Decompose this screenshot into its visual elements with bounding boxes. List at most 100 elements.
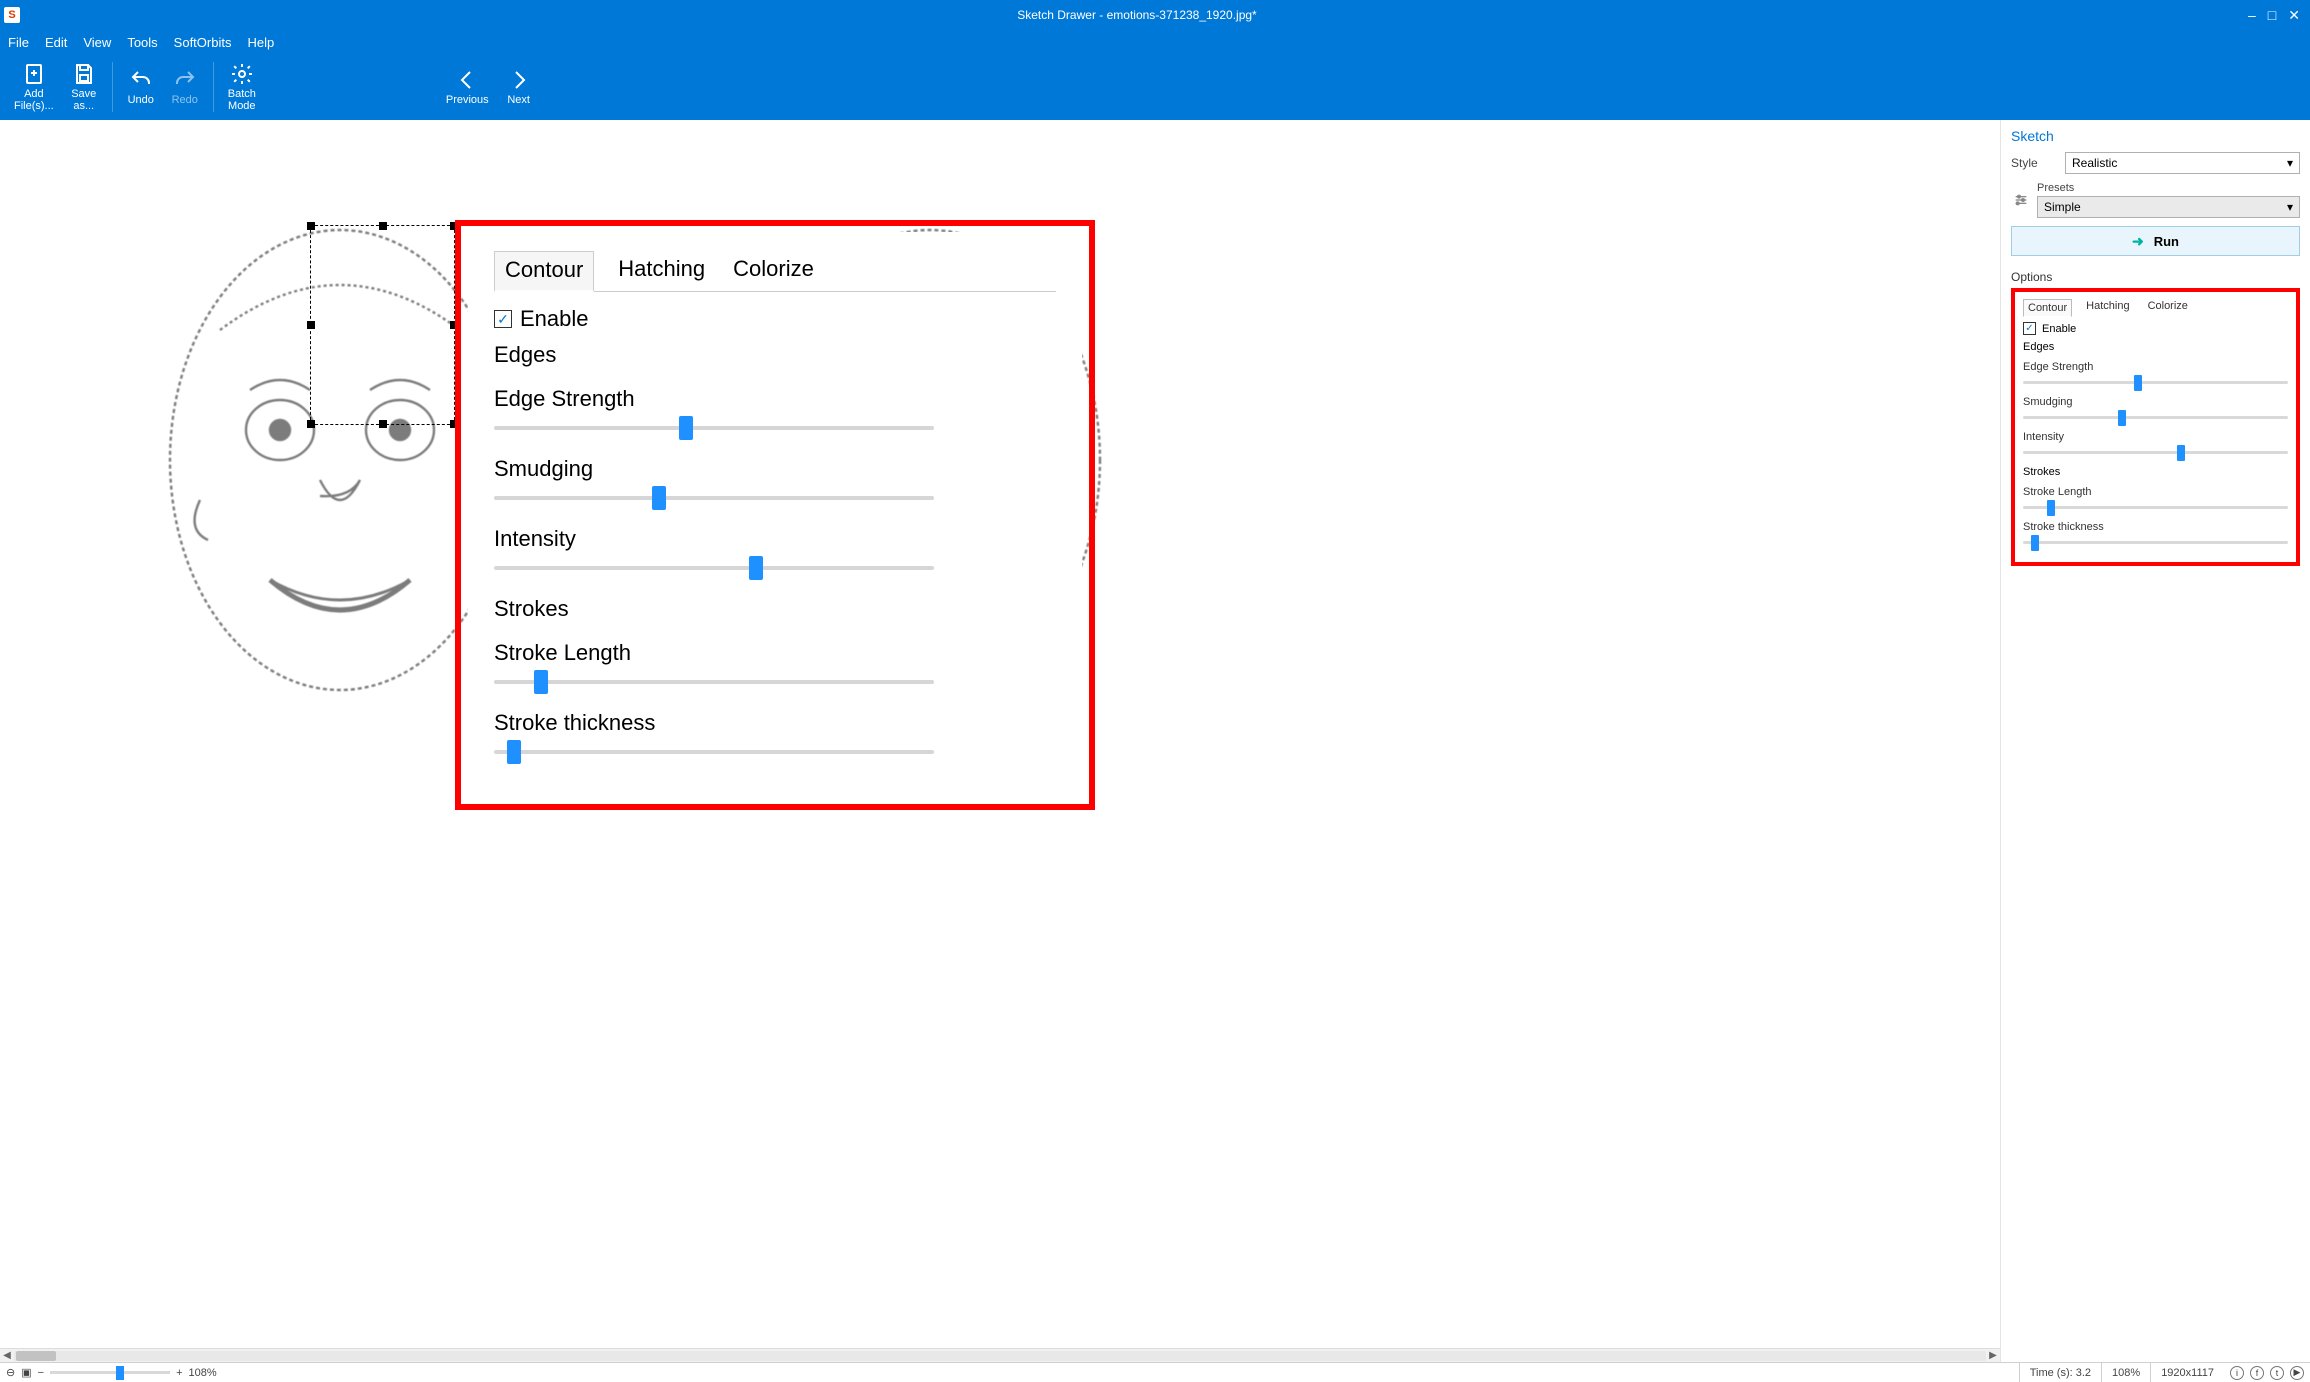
side-enable-checkbox[interactable]: ✓ bbox=[2023, 322, 2036, 335]
slider-stroke-thickness[interactable] bbox=[494, 750, 934, 754]
arrow-right-icon bbox=[507, 68, 531, 92]
info-icon[interactable]: i bbox=[2230, 1366, 2244, 1380]
facebook-icon[interactable]: f bbox=[2250, 1366, 2264, 1380]
zoom-minus-button[interactable]: − bbox=[38, 1367, 44, 1379]
add-files-button[interactable]: Add File(s)... bbox=[8, 58, 60, 116]
twitter-icon[interactable]: t bbox=[2270, 1366, 2284, 1380]
redo-icon bbox=[173, 68, 197, 92]
minimize-button[interactable]: – bbox=[2248, 7, 2256, 24]
gear-icon bbox=[230, 62, 254, 86]
strokes-section-label: Strokes bbox=[494, 596, 1056, 622]
scroll-right-icon[interactable]: ▶ bbox=[1986, 1350, 2000, 1361]
app-icon: S bbox=[4, 7, 20, 23]
zoom-out-button[interactable]: ⊖ bbox=[6, 1366, 15, 1379]
title-bar: S Sketch Drawer - emotions-371238_1920.j… bbox=[0, 0, 2310, 30]
status-zoom: 108% bbox=[2101, 1363, 2150, 1382]
undo-button[interactable]: Undo bbox=[121, 64, 161, 110]
batch-mode-button[interactable]: Batch Mode bbox=[222, 58, 262, 116]
slider-label-stroke-length: Stroke Length bbox=[494, 640, 1056, 666]
zoom-options-panel: Contour Hatching Colorize ✓ Enable Edges… bbox=[468, 232, 1082, 778]
file-plus-icon bbox=[22, 62, 46, 86]
side-tab-contour[interactable]: Contour bbox=[2023, 299, 2072, 317]
redo-button[interactable]: Redo bbox=[165, 64, 205, 110]
options-label: Options bbox=[2011, 270, 2300, 284]
youtube-icon[interactable]: ▶ bbox=[2290, 1366, 2304, 1380]
ribbon: Add File(s)... Save as... Undo Redo Batc… bbox=[0, 54, 2310, 120]
previous-button[interactable]: Previous bbox=[440, 64, 495, 110]
status-time: Time (s): 3.2 bbox=[2019, 1363, 2101, 1382]
menu-file[interactable]: File bbox=[8, 35, 29, 50]
next-button[interactable]: Next bbox=[499, 64, 539, 110]
run-button[interactable]: ➜ Run bbox=[2011, 226, 2300, 256]
scroll-thumb[interactable] bbox=[16, 1351, 56, 1361]
window-title: Sketch Drawer - emotions-371238_1920.jpg… bbox=[26, 8, 2248, 22]
slider-smudging[interactable] bbox=[494, 496, 934, 500]
presets-label: Presets bbox=[2037, 182, 2300, 194]
save-icon bbox=[72, 62, 96, 86]
menu-edit[interactable]: Edit bbox=[45, 35, 67, 50]
slider-intensity[interactable] bbox=[494, 566, 934, 570]
zoom-percent: 108% bbox=[189, 1367, 217, 1379]
menu-help[interactable]: Help bbox=[247, 35, 274, 50]
presets-select[interactable]: Simple ▾ bbox=[2037, 196, 2300, 218]
side-slider-label-smudging: Smudging bbox=[2023, 396, 2288, 408]
side-slider-stroke-thickness[interactable] bbox=[2023, 541, 2288, 544]
side-slider-stroke-length[interactable] bbox=[2023, 506, 2288, 509]
menu-softorbits[interactable]: SoftOrbits bbox=[174, 35, 232, 50]
side-slider-label-edge-strength: Edge Strength bbox=[2023, 361, 2288, 373]
undo-icon bbox=[129, 68, 153, 92]
ribbon-separator bbox=[213, 62, 214, 112]
side-slider-edge-strength[interactable] bbox=[2023, 381, 2288, 384]
zoom-slider[interactable] bbox=[50, 1371, 170, 1374]
zoom-plus-button[interactable]: + bbox=[176, 1367, 182, 1379]
arrow-right-icon: ➜ bbox=[2132, 233, 2144, 250]
side-strokes-label: Strokes bbox=[2023, 466, 2288, 478]
save-as-button[interactable]: Save as... bbox=[64, 58, 104, 116]
side-tab-colorize[interactable]: Colorize bbox=[2144, 298, 2192, 316]
chevron-down-icon: ▾ bbox=[2287, 200, 2293, 214]
scroll-track[interactable] bbox=[14, 1351, 1986, 1361]
zoom-tabs: Contour Hatching Colorize bbox=[494, 250, 1056, 292]
arrow-left-icon bbox=[455, 68, 479, 92]
horizontal-scrollbar[interactable]: ◀ ▶ bbox=[0, 1348, 2000, 1362]
enable-label: Enable bbox=[520, 306, 589, 332]
close-button[interactable]: ✕ bbox=[2288, 7, 2300, 24]
slider-label-smudging: Smudging bbox=[494, 456, 1056, 482]
style-label: Style bbox=[2011, 156, 2059, 170]
side-slider-intensity[interactable] bbox=[2023, 451, 2288, 454]
side-slider-label-intensity: Intensity bbox=[2023, 431, 2288, 443]
style-select[interactable]: Realistic ▾ bbox=[2065, 152, 2300, 174]
slider-label-edge-strength: Edge Strength bbox=[494, 386, 1056, 412]
sketch-title: Sketch bbox=[2011, 128, 2300, 144]
side-tab-hatching[interactable]: Hatching bbox=[2082, 298, 2133, 316]
tab-contour[interactable]: Contour bbox=[494, 251, 594, 292]
slider-stroke-length[interactable] bbox=[494, 680, 934, 684]
scroll-left-icon[interactable]: ◀ bbox=[0, 1350, 14, 1361]
menu-tools[interactable]: Tools bbox=[127, 35, 157, 50]
canvas[interactable]: Contour Hatching Colorize ✓ Enable Edges… bbox=[0, 120, 2000, 1362]
highlight-frame-side: Contour Hatching Colorize ✓ Enable Edges… bbox=[2011, 288, 2300, 566]
chevron-down-icon: ▾ bbox=[2287, 156, 2293, 170]
slider-label-stroke-thickness: Stroke thickness bbox=[494, 710, 1056, 736]
status-dimensions: 1920x1117 bbox=[2150, 1363, 2224, 1382]
side-slider-label-stroke-length: Stroke Length bbox=[2023, 486, 2288, 498]
menu-bar: File Edit View Tools SoftOrbits Help bbox=[0, 30, 2310, 54]
slider-edge-strength[interactable] bbox=[494, 426, 934, 430]
ribbon-separator bbox=[112, 62, 113, 112]
presets-icon[interactable] bbox=[2011, 190, 2031, 210]
side-slider-label-stroke-thickness: Stroke thickness bbox=[2023, 521, 2288, 533]
side-edges-label: Edges bbox=[2023, 341, 2288, 353]
selection-rect[interactable] bbox=[310, 225, 455, 425]
tab-hatching[interactable]: Hatching bbox=[614, 250, 709, 291]
slider-label-intensity: Intensity bbox=[494, 526, 1056, 552]
edges-section-label: Edges bbox=[494, 342, 1056, 368]
tab-colorize[interactable]: Colorize bbox=[729, 250, 818, 291]
status-bar: ⊖ ▣ − + 108% Time (s): 3.2 108% 1920x111… bbox=[0, 1362, 2310, 1382]
side-slider-smudging[interactable] bbox=[2023, 416, 2288, 419]
maximize-button[interactable]: □ bbox=[2268, 7, 2276, 24]
side-enable-label: Enable bbox=[2042, 323, 2076, 335]
enable-checkbox[interactable]: ✓ bbox=[494, 310, 512, 328]
fit-button[interactable]: ▣ bbox=[21, 1366, 31, 1379]
side-panel: Sketch Style Realistic ▾ Presets Simple … bbox=[2000, 120, 2310, 1362]
menu-view[interactable]: View bbox=[83, 35, 111, 50]
